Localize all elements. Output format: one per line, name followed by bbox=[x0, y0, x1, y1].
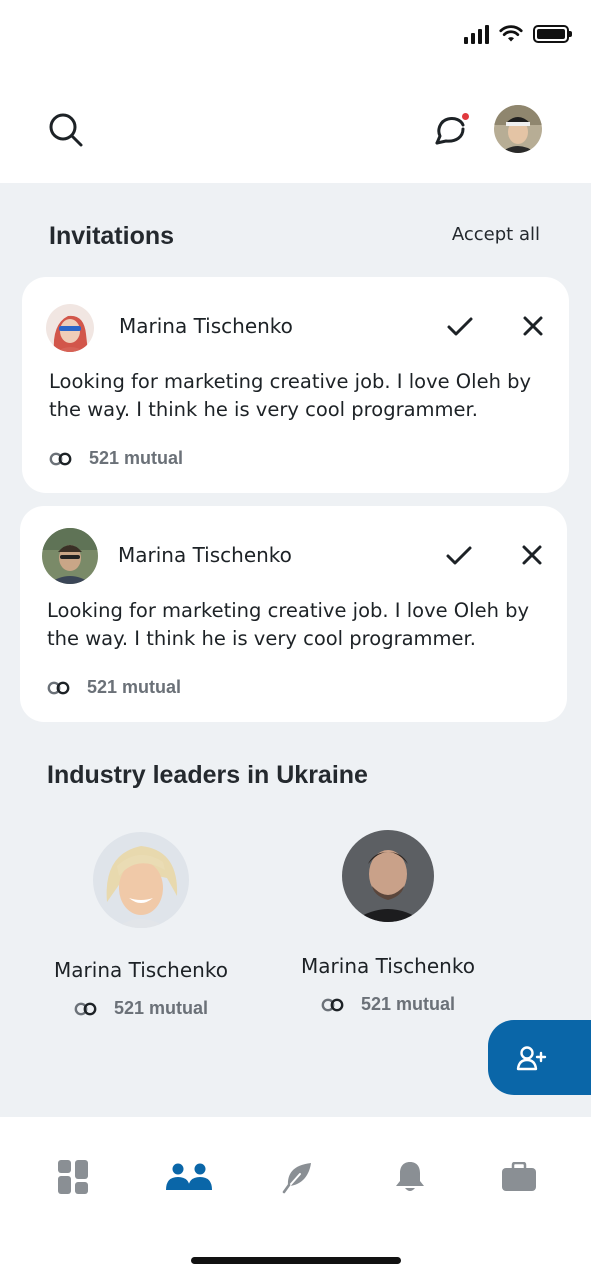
mutual-connections: 521 mutual bbox=[288, 994, 488, 1015]
mutual-icon bbox=[49, 452, 72, 465]
invitation-message: Looking for marketing creative job. I lo… bbox=[47, 599, 530, 650]
avatar-image bbox=[342, 830, 434, 922]
leader-name: Marina Tischenko bbox=[54, 958, 228, 982]
leader-card[interactable]: Marina Tischenko 521 mutual bbox=[288, 830, 488, 1015]
messages-button[interactable] bbox=[432, 110, 472, 150]
decline-button[interactable] bbox=[518, 541, 546, 569]
invitation-name[interactable]: Marina Tischenko bbox=[119, 314, 293, 338]
invitation-card: Marina Tischenko Looking for marketing c… bbox=[22, 277, 569, 493]
dashboard-icon bbox=[58, 1160, 88, 1194]
nav-home[interactable] bbox=[48, 1157, 98, 1197]
accept-button[interactable] bbox=[444, 541, 474, 571]
bell-icon bbox=[396, 1162, 424, 1191]
search-icon bbox=[49, 113, 83, 147]
leader-card[interactable]: Marina Tischenko 521 mutual bbox=[41, 832, 241, 1019]
leader-photo[interactable] bbox=[342, 830, 434, 922]
nav-jobs[interactable] bbox=[494, 1157, 544, 1197]
avatar-image bbox=[494, 105, 542, 153]
checkmark-icon bbox=[446, 546, 472, 565]
mutual-count: 521 mutual bbox=[89, 448, 184, 468]
search-button[interactable] bbox=[46, 110, 86, 150]
wifi-icon bbox=[499, 25, 523, 42]
invitation-card: Marina Tischenko Looking for marketing c… bbox=[20, 506, 567, 722]
mutual-icon bbox=[74, 1002, 97, 1015]
cellular-signal-icon bbox=[464, 24, 489, 44]
nav-notifications[interactable] bbox=[385, 1157, 435, 1197]
avatar-image bbox=[93, 832, 189, 928]
mutual-count: 521 mutual bbox=[113, 998, 209, 1018]
invitation-name[interactable]: Marina Tischenko bbox=[118, 543, 292, 567]
feather-icon bbox=[282, 1163, 311, 1194]
leader-photo[interactable] bbox=[93, 832, 189, 928]
avatar[interactable] bbox=[42, 528, 98, 584]
app-header bbox=[0, 0, 591, 183]
bottom-navigation bbox=[0, 1117, 591, 1280]
invitation-message: Looking for marketing creative job. I lo… bbox=[49, 370, 532, 421]
accept-all-button[interactable]: Accept all bbox=[452, 224, 540, 245]
invitations-title: Invitations bbox=[49, 222, 175, 250]
accept-button[interactable] bbox=[445, 312, 475, 342]
mutual-connections: 521 mutual bbox=[41, 998, 241, 1019]
avatar-image bbox=[46, 304, 94, 352]
mutual-connections: 521 mutual bbox=[49, 448, 183, 469]
battery-icon bbox=[533, 25, 572, 43]
notification-dot bbox=[461, 112, 470, 121]
mutual-icon bbox=[321, 998, 344, 1011]
profile-avatar[interactable] bbox=[494, 105, 542, 153]
network-icon bbox=[166, 1163, 212, 1190]
leader-name: Marina Tischenko bbox=[301, 954, 475, 978]
mutual-icon bbox=[47, 681, 70, 694]
status-bar bbox=[464, 24, 572, 44]
decline-button[interactable] bbox=[519, 312, 547, 340]
mutual-count: 521 mutual bbox=[360, 994, 456, 1014]
close-icon bbox=[522, 545, 542, 565]
avatar[interactable] bbox=[46, 304, 94, 352]
checkmark-icon bbox=[447, 317, 473, 336]
avatar-image bbox=[42, 528, 98, 584]
home-indicator bbox=[191, 1257, 401, 1264]
mutual-count: 521 mutual bbox=[87, 677, 182, 697]
add-user-icon bbox=[516, 1045, 547, 1070]
add-connection-button[interactable] bbox=[488, 1020, 591, 1095]
nav-post[interactable] bbox=[273, 1157, 323, 1197]
close-icon bbox=[523, 316, 543, 336]
leaders-title: Industry leaders in Ukraine bbox=[47, 761, 368, 789]
mutual-connections: 521 mutual bbox=[47, 677, 181, 698]
nav-network[interactable] bbox=[163, 1157, 215, 1197]
briefcase-icon bbox=[502, 1162, 536, 1191]
